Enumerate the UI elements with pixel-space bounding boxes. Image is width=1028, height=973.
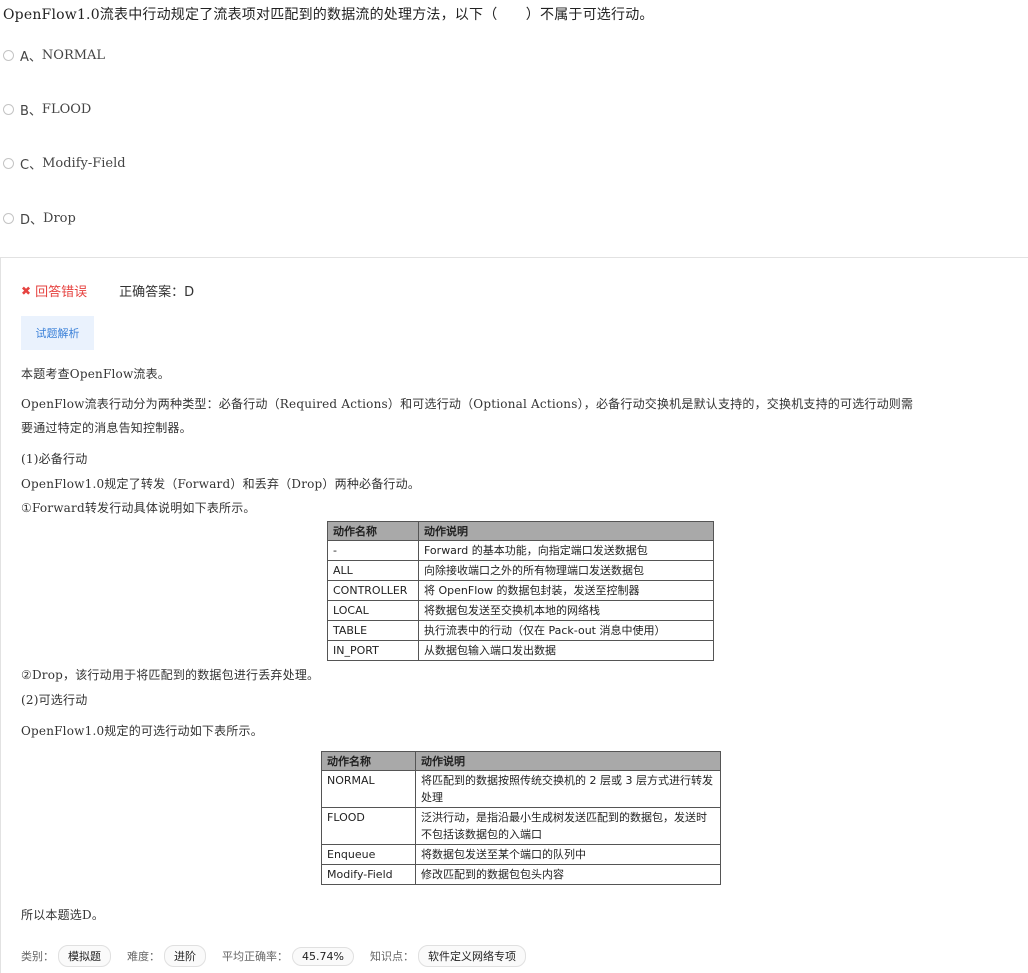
table-header-cell: 动作名称 — [327, 521, 419, 541]
table-header-cell: 动作说明 — [418, 521, 714, 541]
accuracy-label: 平均正确率： — [222, 950, 288, 963]
action-name: Enqueue — [321, 844, 416, 865]
category-tag[interactable]: 模拟题 — [58, 945, 111, 967]
table-row: - Forward 的基本功能，向指定端口发送数据包 — [327, 540, 714, 561]
question-meta: 类别： 模拟题 难度： 进阶 平均正确率： 45.74% 知识点： 软件定义网络… — [21, 945, 542, 967]
category-label: 类别： — [21, 950, 54, 963]
option-text: FLOOD — [41, 101, 92, 117]
wrong-answer-status: ✖ 回答错误 — [21, 281, 88, 301]
table-row: ALL 向除接收端口之外的所有物理端口发送数据包 — [327, 560, 714, 581]
analysis-paragraph: 要通过特定的消息告知控制器。 — [21, 421, 192, 435]
analysis-paragraph: 本题考查OpenFlow流表。 — [21, 367, 171, 381]
radio-icon[interactable] — [3, 212, 14, 224]
table-row: TABLE 执行流表中的行动（仅在 Pack-out 消息中使用） — [327, 620, 714, 641]
analysis-paragraph: OpenFlow1.0规定了转发（Forward）和丢弃（Drop）两种必备行动… — [21, 477, 421, 491]
action-name: CONTROLLER — [327, 580, 419, 601]
radio-icon[interactable] — [3, 157, 14, 169]
action-description: 从数据包输入端口发出数据 — [418, 640, 714, 661]
analysis-paragraph: OpenFlow流表行动分为两种类型：必备行动（Required Actions… — [21, 397, 914, 411]
option-text: Modify-Field — [42, 155, 126, 171]
table-row: Modify-Field 修改匹配到的数据包包头内容 — [321, 864, 721, 885]
table-header-cell: 动作说明 — [415, 751, 721, 771]
table-header-cell: 动作名称 — [321, 751, 416, 771]
question-text: OpenFlow1.0流表中行动规定了流表项对匹配到的数据流的处理方法，以下（ … — [3, 7, 654, 23]
action-description: 修改匹配到的数据包包头内容 — [415, 864, 721, 885]
accuracy-tag: 45.74% — [292, 946, 354, 966]
forward-actions-table: 动作名称 动作说明 - Forward 的基本功能，向指定端口发送数据包 ALL 向… — [327, 521, 714, 661]
table-header-row: 动作名称 动作说明 — [321, 751, 721, 771]
action-name: FLOOD — [321, 807, 416, 845]
analysis-paragraph: (1)必备行动 — [21, 452, 88, 466]
table-row: IN_PORT 从数据包输入端口发出数据 — [327, 640, 714, 661]
action-description: 向除接收端口之外的所有物理端口发送数据包 — [418, 560, 714, 581]
close-icon: ✖ — [21, 283, 32, 298]
correct-answer-value: D — [184, 285, 195, 300]
action-name: Modify-Field — [321, 864, 416, 885]
optional-actions-table: 动作名称 动作说明 NORMAL 将匹配到的数据按照传统交换机的 2 层或 3 层… — [321, 751, 721, 885]
option-key: A、 — [20, 49, 42, 65]
option-text: NORMAL — [41, 47, 106, 63]
option-key: C、 — [20, 157, 43, 173]
option-key: B、 — [20, 103, 42, 119]
option-text: Drop — [43, 210, 76, 226]
table-row: Enqueue 将数据包发送至某个端口的队列中 — [321, 844, 721, 865]
analysis-paragraph: ②Drop，该行动用于将匹配到的数据包进行丢弃处理。 — [21, 668, 320, 682]
correct-answer: 正确答案：D — [119, 281, 194, 300]
option-b[interactable]: B、 FLOOD — [3, 100, 92, 119]
status-text: 回答错误 — [35, 285, 88, 300]
analysis-paragraph: 所以本题选D。 — [21, 908, 105, 922]
action-name: ALL — [327, 560, 419, 581]
knowledge-label: 知识点： — [369, 950, 414, 963]
analysis-paragraph: OpenFlow1.0规定的可选行动如下表所示。 — [21, 724, 263, 738]
action-description: 将匹配到的数据按照传统交换机的 2 层或 3 层方式进行转发处理 — [415, 770, 721, 808]
option-c[interactable]: C、 Modify-Field — [3, 154, 126, 173]
action-name: LOCAL — [327, 600, 419, 621]
action-name: TABLE — [327, 620, 419, 641]
radio-icon[interactable] — [3, 103, 14, 115]
action-name: IN_PORT — [327, 640, 419, 661]
action-name: NORMAL — [321, 770, 416, 808]
table-row: NORMAL 将匹配到的数据按照传统交换机的 2 层或 3 层方式进行转发处理 — [321, 770, 721, 808]
analysis-tab[interactable]: 试题解析 — [21, 316, 94, 350]
table-header-row: 动作名称 动作说明 — [327, 521, 714, 541]
action-description: 执行流表中的行动（仅在 Pack-out 消息中使用） — [418, 620, 714, 641]
table-row: LOCAL 将数据包发送至交换机本地的网络栈 — [327, 600, 714, 621]
table-row: FLOOD 泛洪行动，是指沿最小生成树发送匹配到的数据包，发送时不包括该数据包的入… — [321, 807, 721, 845]
action-description: 将 OpenFlow 的数据包封装，发送至控制器 — [418, 580, 714, 601]
result-row: ✖ 回答错误 正确答案：D — [21, 281, 194, 301]
action-name: - — [327, 540, 419, 561]
option-a[interactable]: A、 NORMAL — [3, 46, 106, 65]
correct-answer-label: 正确答案： — [119, 285, 185, 300]
action-description: Forward 的基本功能，向指定端口发送数据包 — [418, 540, 714, 561]
action-description: 将数据包发送至某个端口的队列中 — [415, 844, 721, 865]
analysis-paragraph: (2)可选行动 — [21, 693, 88, 707]
difficulty-label: 难度： — [127, 950, 160, 963]
knowledge-tag[interactable]: 软件定义网络专项 — [417, 945, 526, 967]
table-row: CONTROLLER 将 OpenFlow 的数据包封装，发送至控制器 — [327, 580, 714, 601]
difficulty-tag: 进阶 — [164, 945, 206, 967]
radio-icon[interactable] — [3, 49, 14, 61]
analysis-paragraph: ①Forward转发行动具体说明如下表所示。 — [21, 501, 256, 515]
action-description: 泛洪行动，是指沿最小生成树发送匹配到的数据包，发送时不包括该数据包的入端口 — [415, 807, 721, 845]
action-description: 将数据包发送至交换机本地的网络栈 — [418, 600, 714, 621]
option-d[interactable]: D、 Drop — [3, 209, 76, 228]
option-key: D、 — [20, 212, 44, 228]
